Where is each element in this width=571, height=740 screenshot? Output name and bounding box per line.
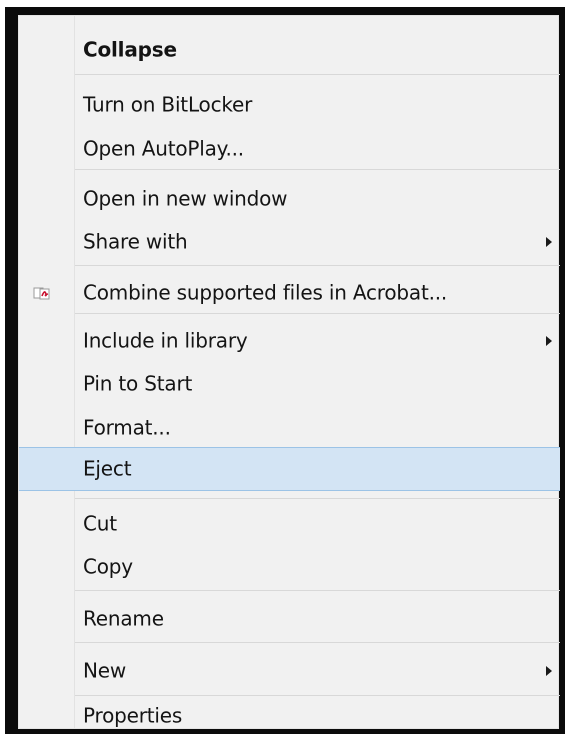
menu-item-turn-on-bitlocker[interactable]: Turn on BitLocker [19,84,560,126]
menu-item-include-in-library[interactable]: Include in library [19,320,560,362]
chevron-right-icon [546,237,552,247]
menu-separator [75,313,560,314]
menu-separator [75,642,560,643]
menu-item-rename[interactable]: Rename [19,598,560,640]
chevron-right-icon [546,666,552,676]
menu-item-label: Cut [83,511,117,536]
menu-item-format[interactable]: Format... [19,407,560,449]
menu-item-label: Format... [83,415,171,440]
menu-item-share-with[interactable]: Share with [19,221,560,263]
menu-item-label: Pin to Start [83,371,193,396]
menu-separator [75,74,560,75]
menu-item-properties[interactable]: Properties [19,700,560,730]
menu-item-label: Rename [83,606,164,631]
menu-item-label: Include in library [83,328,248,353]
menu-separator [75,265,560,266]
menu-item-label: New [83,658,127,683]
menu-item-label: Copy [83,554,133,579]
menu-separator [75,695,560,696]
menu-item-collapse[interactable]: Collapse [19,29,560,71]
menu-item-pin-to-start[interactable]: Pin to Start [19,363,560,405]
menu-item-label: Turn on BitLocker [83,92,253,117]
menu-item-combine-in-acrobat[interactable]: Combine supported files in Acrobat... [19,272,560,314]
acrobat-icon [33,287,50,300]
menu-item-label: Open in new window [83,186,288,211]
menu-separator [75,169,560,170]
menu-item-new[interactable]: New [19,650,560,692]
menu-separator [75,590,560,591]
menu-item-label: Combine supported files in Acrobat... [83,280,448,305]
menu-item-open-autoplay[interactable]: Open AutoPlay... [19,128,560,170]
menu-item-copy[interactable]: Copy [19,546,560,588]
menu-item-label: Collapse [83,37,177,62]
menu-item-label: Open AutoPlay... [83,136,244,161]
context-menu: Collapse Turn on BitLocker Open AutoPlay… [18,15,560,730]
context-menu-frame: Collapse Turn on BitLocker Open AutoPlay… [5,7,565,734]
menu-item-cut[interactable]: Cut [19,503,560,545]
menu-item-eject[interactable]: Eject [19,447,560,491]
menu-item-label: Properties [83,703,183,728]
chevron-right-icon [546,336,552,346]
menu-separator [75,498,560,499]
menu-item-label: Eject [83,456,132,481]
menu-item-label: Share with [83,229,188,254]
menu-item-open-in-new-window[interactable]: Open in new window [19,178,560,220]
